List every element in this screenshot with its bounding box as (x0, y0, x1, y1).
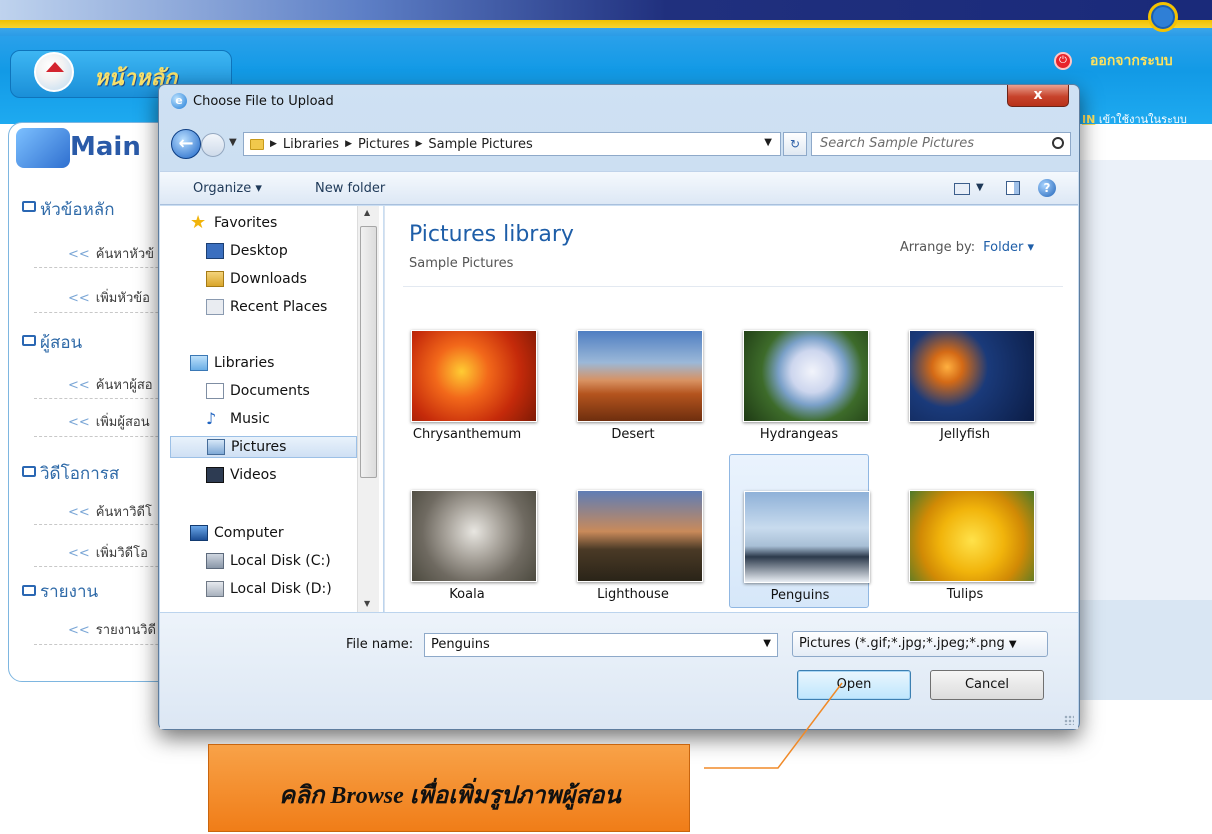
leader-line (704, 682, 843, 769)
callout-leader (704, 682, 843, 769)
callout-text: คลิก Browse เพื่อเพิ่มรูปภาพผู้สอน (279, 783, 621, 809)
instruction-callout: คลิก Browse เพื่อเพิ่มรูปภาพผู้สอน (208, 744, 690, 832)
screen: { "app": { "home_label": "หน้าหลัก", "lo… (0, 0, 1212, 834)
